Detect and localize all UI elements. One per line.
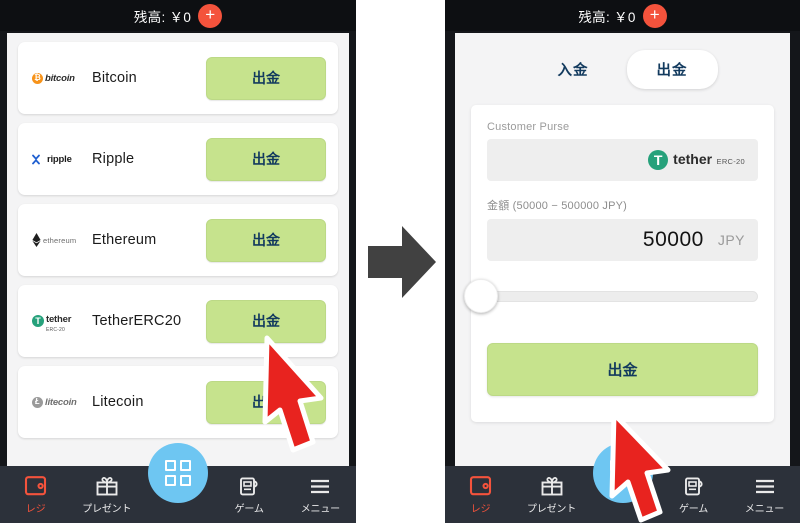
withdraw-button[interactable]: 出金 [206, 218, 326, 262]
purse-select[interactable]: T tether ERC-20 [487, 139, 758, 181]
slider-track [487, 291, 758, 302]
gift-icon [94, 473, 120, 497]
comparison-stage: 残高: ￥0 + ₿ bitcoin Bitcoin 出金 ripple Rip… [0, 0, 800, 523]
right-screen-content: 入金 出金 Customer Purse T tether ERC-20 金額 … [455, 33, 790, 466]
coin-list: ₿ bitcoin Bitcoin 出金 ripple Ripple 出金 et… [7, 33, 349, 438]
transition-arrow-icon [368, 226, 436, 298]
withdraw-button[interactable]: 出金 [206, 137, 326, 181]
nav-label: ゲーム [678, 504, 709, 515]
purse-label: Customer Purse [487, 121, 570, 133]
hamburger-icon [752, 473, 778, 497]
nav-item-reji[interactable]: レジ [3, 473, 69, 515]
nav-item-game[interactable]: ゲーム [661, 473, 727, 515]
list-item[interactable]: ethereum Ethereum 出金 [18, 204, 338, 276]
ethereum-logo-icon: ethereum [32, 233, 86, 247]
add-funds-icon[interactable]: + [642, 3, 667, 28]
tether-logo-icon: T tether ERC-20 [32, 309, 86, 333]
amount-label: 金額 (50000 − 500000 JPY) [487, 200, 628, 212]
gift-icon [539, 473, 565, 497]
list-item[interactable]: ripple Ripple 出金 [18, 123, 338, 195]
withdraw-form-card: Customer Purse T tether ERC-20 金額 (50000… [464, 105, 774, 422]
balance-label: 残高: ￥0 [133, 9, 192, 25]
phone-screenshot-right: 残高: ￥0 + 入金 出金 Customer Purse T tether E… [445, 0, 800, 523]
list-item[interactable]: Łlitecoin Litecoin 出金 [18, 366, 338, 438]
amount-value: 50000 [642, 228, 704, 251]
nav-label: レジ [25, 504, 46, 515]
wallet-icon [468, 473, 494, 497]
status-bar-right: 残高: ￥0 + [445, 0, 800, 31]
nav-item-present[interactable]: プレゼント [74, 473, 140, 515]
nav-item-menu[interactable]: メニュー [732, 473, 798, 515]
withdraw-button[interactable]: 出金 [206, 380, 326, 424]
list-item[interactable]: ₿ bitcoin Bitcoin 出金 [18, 42, 338, 114]
nav-label: プレゼント [527, 504, 576, 515]
submit-withdraw-button[interactable]: 出金 [487, 343, 758, 396]
nav-label: メニュー [744, 504, 785, 515]
nav-label: メニュー [300, 504, 340, 515]
withdraw-button[interactable]: 出金 [206, 299, 326, 343]
coin-name: TetherERC20 [92, 313, 182, 329]
balance-label: 残高: ￥0 [578, 9, 636, 25]
nav-item-menu[interactable]: メニュー [287, 473, 353, 515]
grid-apps-icon[interactable] [592, 443, 653, 503]
status-bar-left: 残高: ￥0 + [0, 0, 356, 31]
coin-name: Ripple [92, 151, 135, 167]
left-screen-content: ₿ bitcoin Bitcoin 出金 ripple Ripple 出金 et… [7, 33, 349, 466]
add-funds-icon[interactable]: + [198, 3, 223, 28]
tab-withdraw[interactable]: 出金 [626, 49, 718, 89]
nav-label: プレゼント [82, 504, 132, 515]
hamburger-icon [307, 473, 333, 497]
tether-logo-icon: T tether ERC-20 [648, 150, 745, 170]
phone-screenshot-left: 残高: ￥0 + ₿ bitcoin Bitcoin 出金 ripple Rip… [0, 0, 356, 523]
purse-value-sub: ERC-20 [716, 157, 745, 166]
nav-label: レジ [470, 504, 491, 515]
game-icon [236, 473, 262, 497]
wallet-icon [23, 473, 49, 497]
ripple-logo-icon: ripple [32, 154, 86, 165]
amount-input[interactable]: 50000 JPY [487, 219, 758, 261]
game-icon [681, 473, 707, 497]
coin-name: Bitcoin [92, 70, 137, 86]
list-item[interactable]: T tether ERC-20 TetherERC20 出金 [18, 285, 338, 357]
grid-apps-icon[interactable] [148, 443, 208, 503]
purse-value: tether [673, 151, 713, 167]
amount-slider[interactable] [464, 279, 758, 313]
tab-deposit[interactable]: 入金 [528, 50, 619, 89]
deposit-withdraw-tabs: 入金 出金 [455, 33, 790, 105]
coin-name: Ethereum [92, 232, 157, 248]
nav-item-present[interactable]: プレゼント [519, 473, 585, 515]
nav-item-game[interactable]: ゲーム [216, 473, 282, 515]
coin-name: Litecoin [92, 394, 144, 410]
amount-currency: JPY [717, 232, 745, 248]
nav-label: ゲーム [234, 504, 264, 515]
withdraw-button[interactable]: 出金 [206, 56, 326, 100]
slider-thumb[interactable] [464, 279, 498, 313]
nav-item-reji[interactable]: レジ [448, 473, 514, 515]
litecoin-logo-icon: Łlitecoin [32, 396, 86, 408]
bitcoin-logo-icon: ₿ bitcoin [32, 72, 86, 84]
